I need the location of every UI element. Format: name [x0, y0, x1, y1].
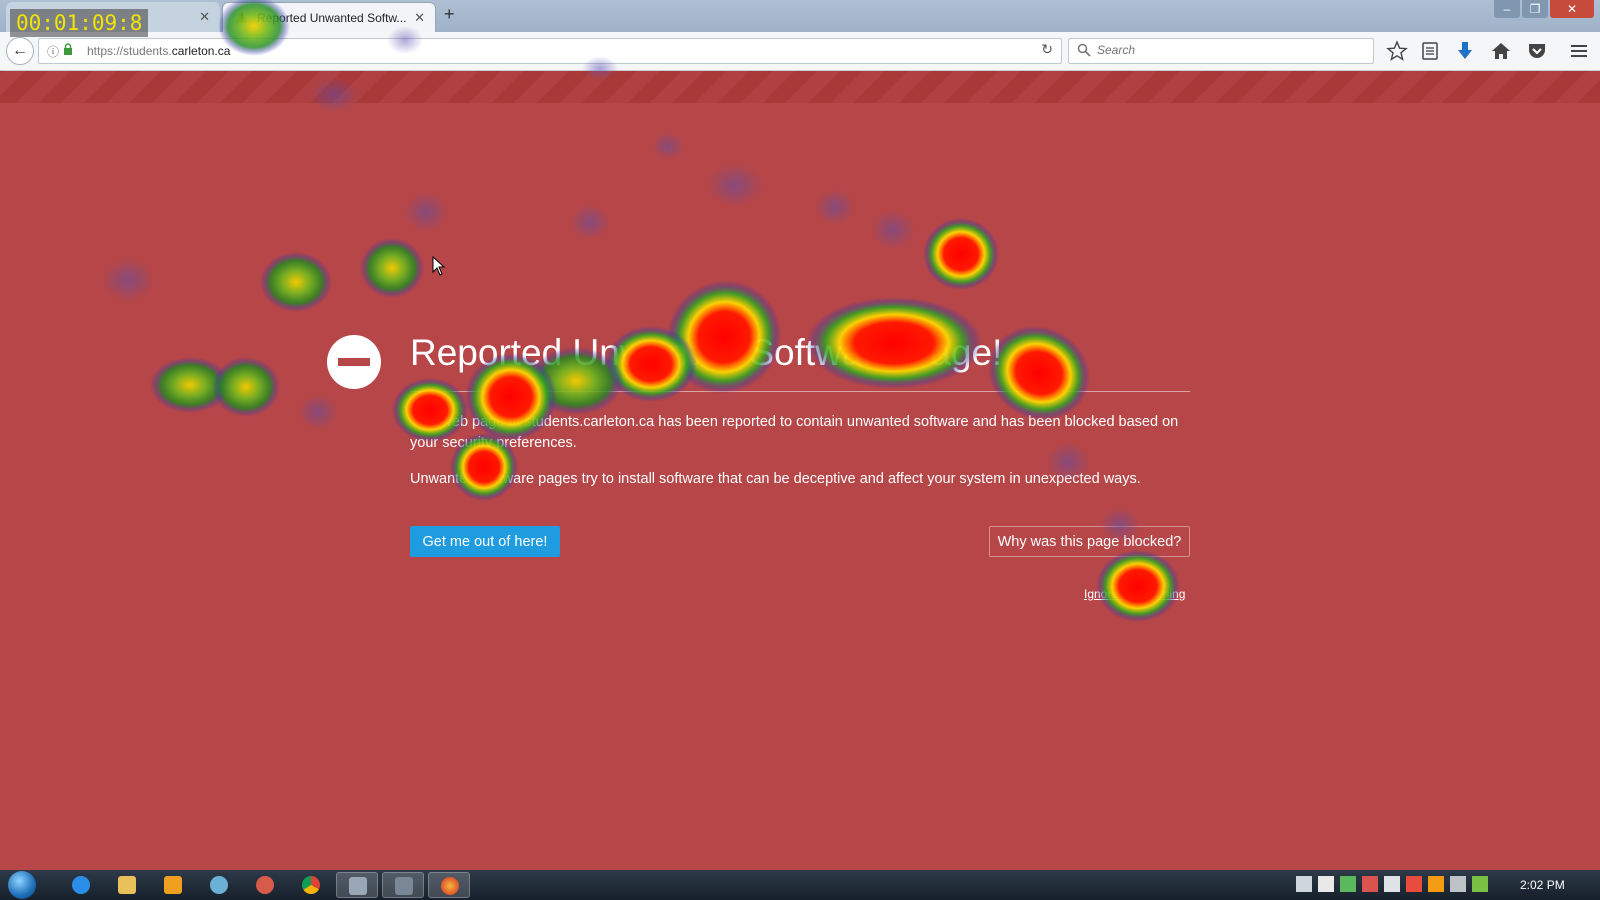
tray-clipboard-icon[interactable] [1318, 876, 1334, 892]
media-player-taskbar-button[interactable] [152, 872, 194, 898]
title-divider [410, 391, 1190, 392]
app-taskbar-button[interactable] [336, 872, 378, 898]
download-icon[interactable] [1454, 40, 1476, 62]
tab-close-icon[interactable]: ✕ [414, 10, 425, 26]
file-explorer-taskbar-button[interactable] [106, 872, 148, 898]
warning-stripe-banner [0, 71, 1600, 103]
app-icon [349, 877, 367, 895]
url-prefix: https://students. [87, 44, 172, 58]
home-icon[interactable] [1490, 40, 1512, 62]
menu-icon[interactable] [1568, 40, 1590, 62]
new-tab-button[interactable]: + [444, 4, 455, 25]
url-bar[interactable]: ⓘ https://students.carleton.ca ↻ [38, 38, 1062, 64]
system-tray [1296, 876, 1488, 892]
why-blocked-button[interactable]: Why was this page blocked? [989, 526, 1190, 557]
app-icon [256, 876, 274, 894]
tray-app-icon[interactable] [1428, 876, 1444, 892]
navigation-toolbar: ← ⓘ https://students.carleton.ca ↻ [0, 32, 1600, 71]
pocket-icon[interactable] [1526, 40, 1548, 62]
mouse-cursor-icon [432, 256, 446, 276]
close-button[interactable]: ✕ [1550, 0, 1594, 18]
chrome-taskbar-button[interactable] [290, 872, 332, 898]
back-button[interactable]: ← [6, 37, 34, 65]
tray-network-icon[interactable] [1340, 876, 1356, 892]
chrome-icon [302, 876, 320, 894]
taskbar-clock[interactable]: 2:02 PM [1520, 878, 1565, 892]
tab-title: Reported Unwanted Softw... [257, 11, 407, 25]
tray-volume-muted-icon[interactable] [1362, 876, 1378, 892]
info-icon[interactable]: ⓘ [47, 43, 59, 60]
folder-icon [118, 876, 136, 894]
app-taskbar-button[interactable] [382, 872, 424, 898]
firefox-taskbar-button[interactable] [428, 872, 470, 898]
tab-active[interactable]: Reported Unwanted Softw... ✕ [222, 2, 436, 32]
window-controls: – ❐ ✕ [1492, 0, 1594, 18]
firefox-icon [441, 877, 459, 895]
url-text: https://students.carleton.ca [87, 44, 230, 58]
warning-description: This web page at students.carleton.ca ha… [410, 414, 1179, 451]
recording-timer: 00:01:09:8 [10, 9, 149, 37]
start-button[interactable] [8, 871, 36, 899]
internet-explorer-taskbar-button[interactable] [60, 872, 102, 898]
ignore-warning-link[interactable]: Ignore this warning [1084, 587, 1185, 601]
tray-nvidia-icon[interactable] [1472, 876, 1488, 892]
tray-app-icon[interactable] [1450, 876, 1466, 892]
tray-signal-icon[interactable] [1384, 876, 1400, 892]
restore-button[interactable]: ❐ [1522, 0, 1548, 18]
get-me-out-button[interactable]: Get me out of here! [410, 526, 560, 557]
internet-explorer-icon [72, 876, 90, 894]
minimize-button[interactable]: – [1494, 0, 1520, 18]
reload-icon[interactable]: ↻ [1041, 41, 1053, 58]
search-input[interactable] [1095, 42, 1359, 58]
app-taskbar-button[interactable] [244, 872, 286, 898]
search-bar[interactable] [1068, 38, 1374, 64]
tab-strip: ✕ Reported Unwanted Softw... ✕ + – ❐ ✕ [0, 0, 1600, 32]
paint-icon [210, 876, 228, 894]
tab-close-icon[interactable]: ✕ [199, 9, 210, 25]
tray-monitor-icon[interactable] [1296, 876, 1312, 892]
windows-taskbar: 2:02 PM [0, 870, 1600, 900]
app-icon [395, 877, 413, 895]
lock-icon [64, 43, 72, 55]
warning-icon [236, 11, 248, 23]
back-arrow-icon: ← [12, 42, 28, 59]
blocked-stop-icon [327, 335, 381, 389]
url-domain: carleton.ca [171, 44, 231, 58]
warning-explanation: Unwanted software pages try to install s… [410, 471, 1141, 487]
paint-taskbar-button[interactable] [198, 872, 240, 898]
bookmark-star-icon[interactable] [1386, 40, 1408, 62]
tray-flag-icon[interactable] [1406, 876, 1422, 892]
search-icon [1077, 43, 1091, 57]
page-title: Reported Unwanted Software Page! [410, 332, 1003, 373]
reading-list-icon[interactable] [1419, 40, 1441, 62]
media-player-icon [164, 876, 182, 894]
